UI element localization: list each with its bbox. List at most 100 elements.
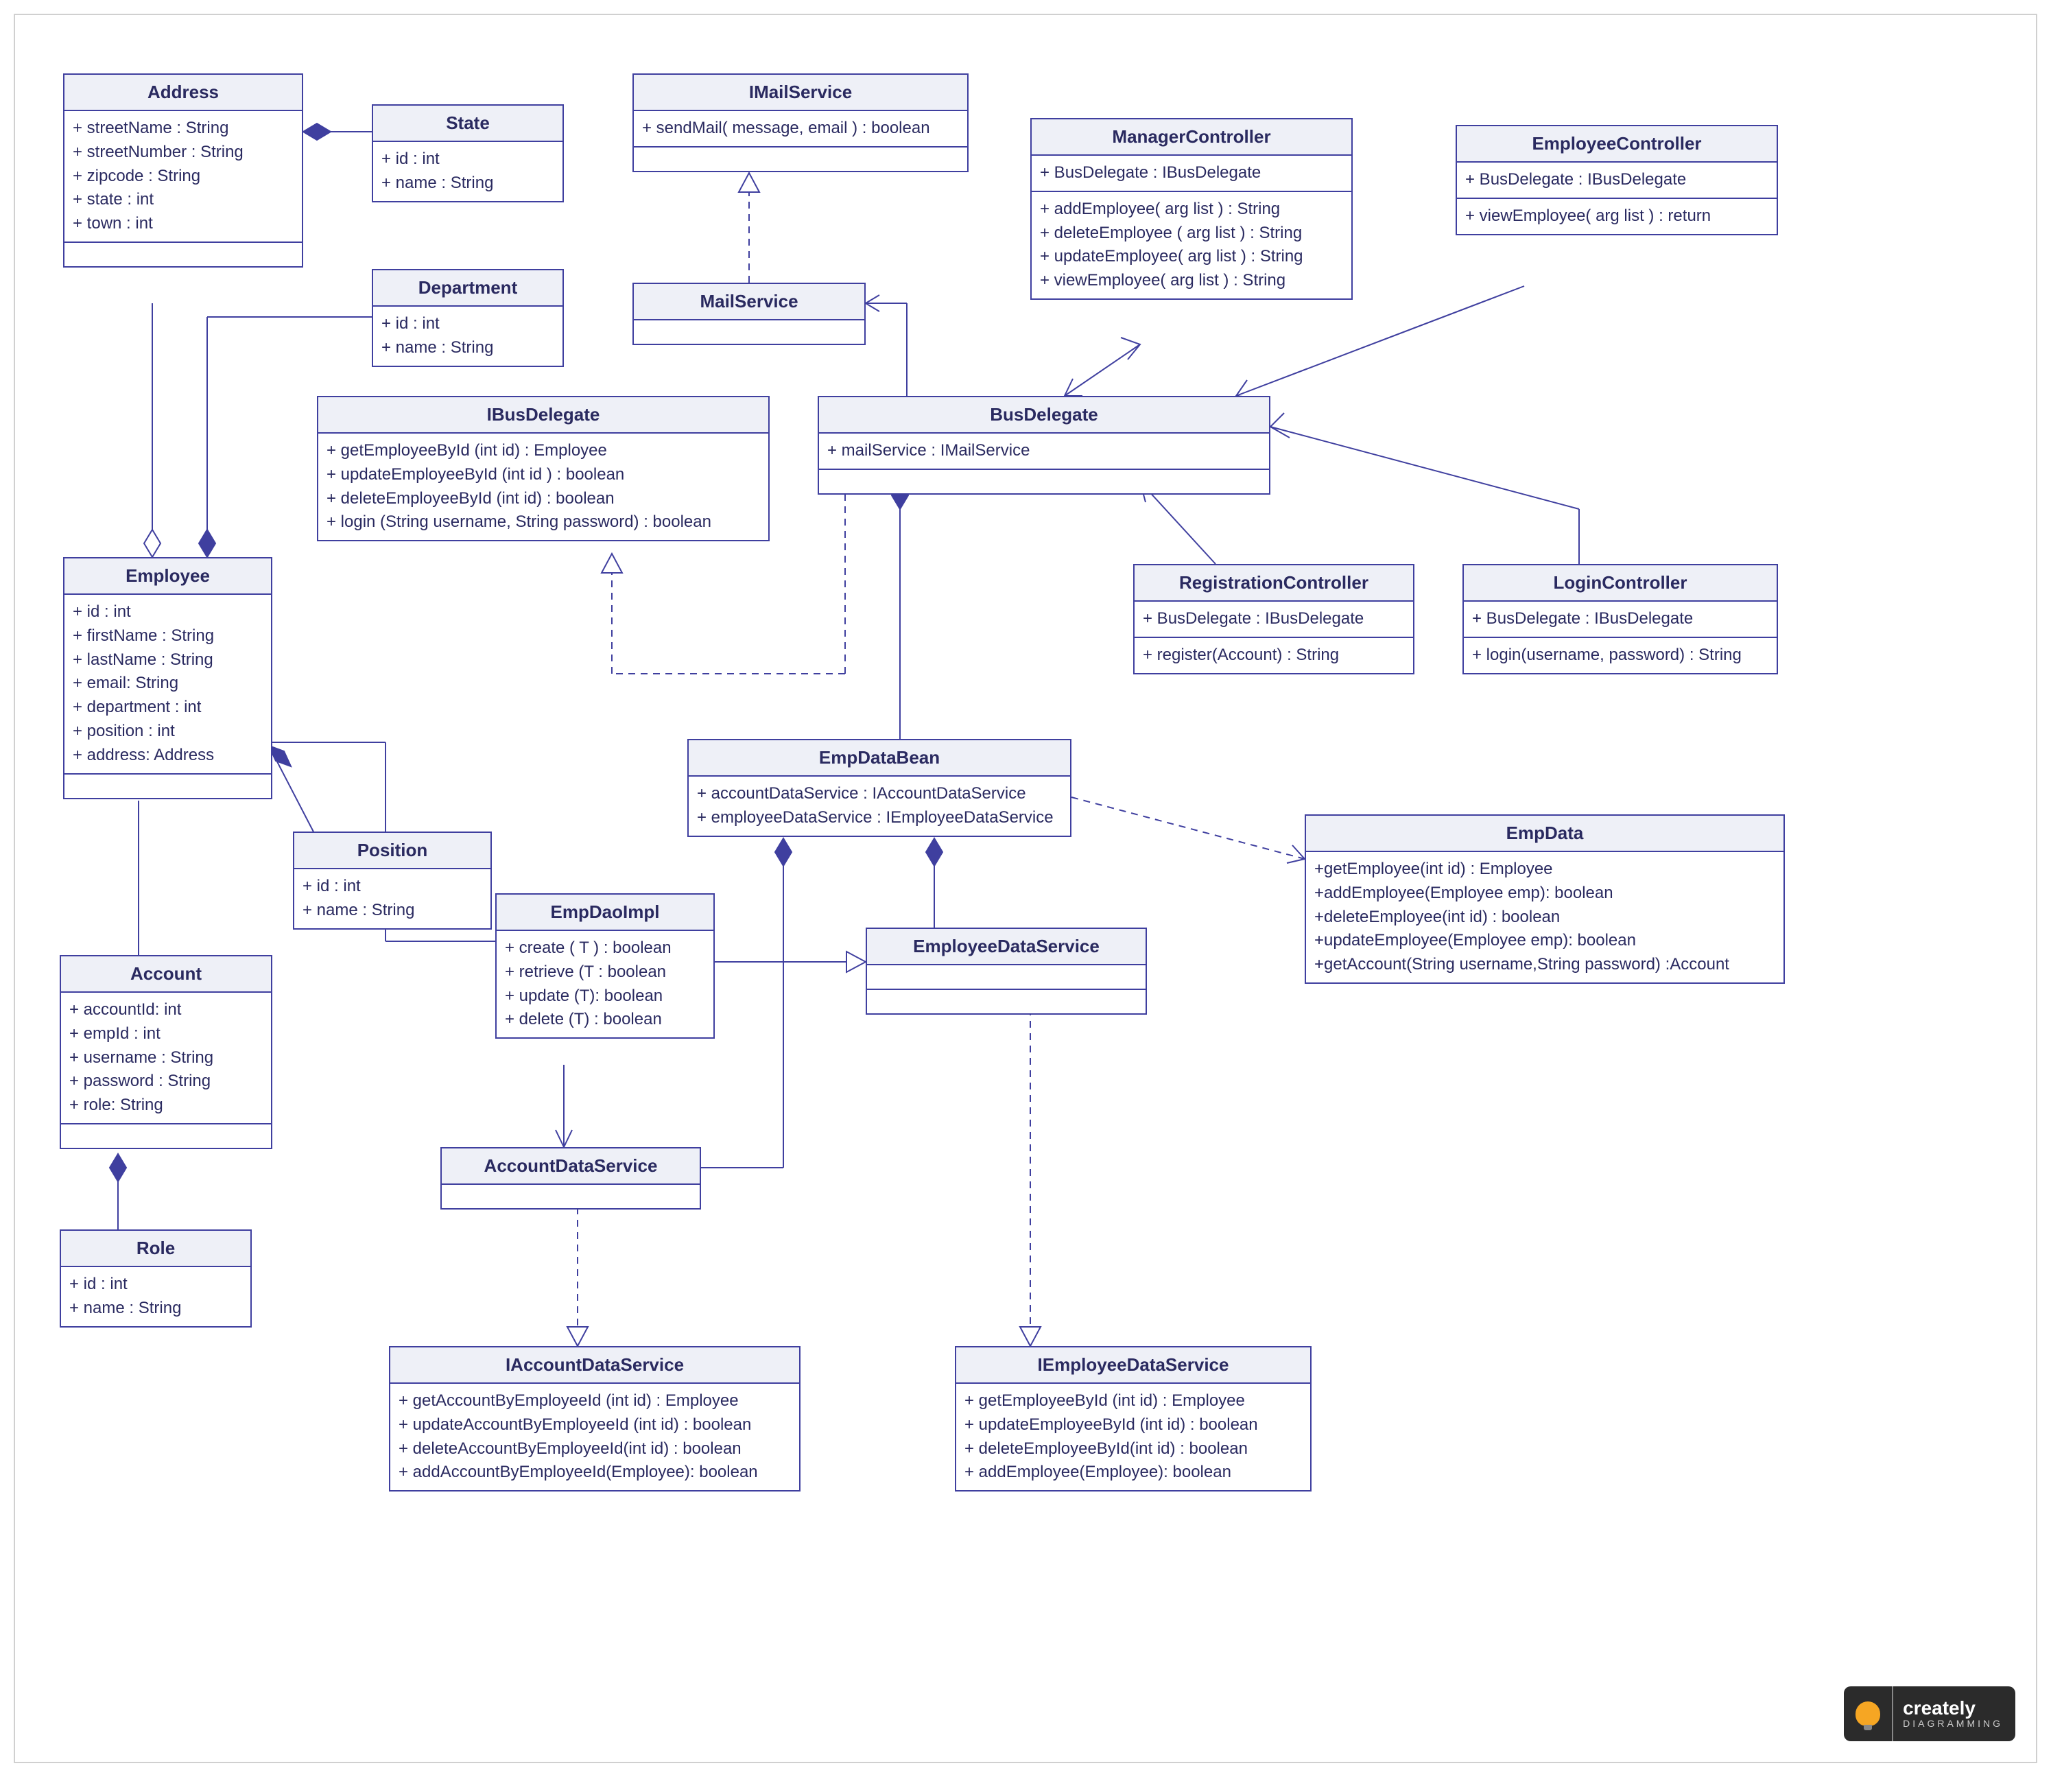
op: + viewEmployee( arg list ) : return bbox=[1465, 204, 1768, 228]
class-title: EmployeeController bbox=[1457, 126, 1777, 163]
attr: + BusDelegate : IBusDelegate bbox=[1143, 607, 1405, 631]
class-iemployeedataservice: IEmployeeDataService + getEmployeeById (… bbox=[955, 1346, 1312, 1492]
attr: + id : int bbox=[381, 148, 554, 172]
op: + updateAccountByEmployeeId (int id) : b… bbox=[399, 1413, 791, 1437]
op: + deleteEmployeeById(int id) : boolean bbox=[964, 1437, 1302, 1461]
class-attrs: + id : int + firstName : String + lastNa… bbox=[64, 595, 271, 773]
class-ops bbox=[819, 469, 1269, 493]
attr: + empId : int bbox=[69, 1022, 263, 1046]
class-empdata: EmpData +getEmployee(int id) : Employee … bbox=[1305, 814, 1785, 984]
op: + viewEmployee( arg list ) : String bbox=[1040, 269, 1343, 293]
op: +addEmployee(Employee emp): boolean bbox=[1314, 882, 1775, 906]
class-attrs bbox=[867, 965, 1146, 989]
class-attrs: + mailService : IMailService bbox=[819, 434, 1269, 469]
class-title: ManagerController bbox=[1032, 119, 1351, 156]
class-attrs: + id : int + name : String bbox=[61, 1267, 250, 1326]
class-attrs: + BusDelegate : IBusDelegate bbox=[1464, 602, 1777, 637]
badge-brand: creately bbox=[1903, 1699, 2003, 1718]
op: + sendMail( message, email ) : boolean bbox=[642, 117, 959, 141]
class-ops: + register(Account) : String bbox=[1135, 637, 1413, 673]
class-title: EmployeeDataService bbox=[867, 929, 1146, 965]
class-ops bbox=[64, 773, 271, 798]
class-title: EmpDataBean bbox=[689, 740, 1070, 777]
op: + updateEmployee( arg list ) : String bbox=[1040, 245, 1343, 269]
class-ops: + sendMail( message, email ) : boolean bbox=[634, 111, 967, 146]
class-title: Account bbox=[61, 956, 271, 993]
class-busdelegate: BusDelegate + mailService : IMailService bbox=[818, 396, 1270, 495]
op: + delete (T) : boolean bbox=[505, 1008, 705, 1032]
op: + getAccountByEmployeeId (int id) : Empl… bbox=[399, 1389, 791, 1413]
class-attrs: + accountId: int + empId : int + usernam… bbox=[61, 993, 271, 1123]
class-ops bbox=[867, 989, 1146, 1013]
op: + getEmployeeById (int id) : Employee bbox=[327, 439, 760, 463]
attr: + department : int bbox=[73, 696, 263, 720]
class-attrs: + streetName : String + streetNumber : S… bbox=[64, 111, 302, 241]
attr: + employeeDataService : IEmployeeDataSer… bbox=[697, 806, 1062, 830]
class-title: MailService bbox=[634, 284, 864, 320]
attr: + address: Address bbox=[73, 744, 263, 768]
attr: + accountDataService : IAccountDataServi… bbox=[697, 782, 1062, 806]
class-state: State + id : int + name : String bbox=[372, 104, 564, 202]
class-department: Department + id : int + name : String bbox=[372, 269, 564, 367]
op: + updateEmployeeById (int id) : boolean bbox=[964, 1413, 1302, 1437]
attr: + email: String bbox=[73, 672, 263, 696]
class-attrs bbox=[442, 1185, 700, 1208]
attr: + name : String bbox=[303, 899, 482, 923]
class-attrs: + BusDelegate : IBusDelegate bbox=[1457, 163, 1777, 198]
class-role: Role + id : int + name : String bbox=[60, 1229, 252, 1328]
op: +updateEmployee(Employee emp): boolean bbox=[1314, 929, 1775, 953]
op: + deleteAccountByEmployeeId(int id) : bo… bbox=[399, 1437, 791, 1461]
class-attrs: + BusDelegate : IBusDelegate bbox=[1032, 156, 1351, 191]
class-ops: + viewEmployee( arg list ) : return bbox=[1457, 198, 1777, 234]
class-employee: Employee + id : int + firstName : String… bbox=[63, 557, 272, 799]
attr: + BusDelegate : IBusDelegate bbox=[1040, 161, 1343, 185]
diagram-canvas: EmpData dashed dependency --> Address + … bbox=[14, 14, 2037, 1763]
class-accountdataservice: AccountDataService bbox=[440, 1147, 701, 1210]
class-ops: + create ( T ) : boolean + retrieve (T :… bbox=[497, 931, 713, 1037]
op: +getAccount(String username,String passw… bbox=[1314, 953, 1775, 977]
op: + getEmployeeById (int id) : Employee bbox=[964, 1389, 1302, 1413]
op: + create ( T ) : boolean bbox=[505, 936, 705, 960]
class-title: LoginController bbox=[1464, 565, 1777, 602]
class-account: Account + accountId: int + empId : int +… bbox=[60, 955, 272, 1149]
op: + retrieve (T : boolean bbox=[505, 960, 705, 985]
class-ops bbox=[64, 241, 302, 266]
class-employeecontroller: EmployeeController + BusDelegate : IBusD… bbox=[1456, 125, 1778, 235]
attr: + streetNumber : String bbox=[73, 141, 294, 165]
class-title: AccountDataService bbox=[442, 1148, 700, 1185]
op: + addEmployee( arg list ) : String bbox=[1040, 198, 1343, 222]
class-ops: + addEmployee( arg list ) : String + del… bbox=[1032, 191, 1351, 298]
class-ibusdelegate: IBusDelegate + getEmployeeById (int id) … bbox=[317, 396, 770, 541]
class-address: Address + streetName : String + streetNu… bbox=[63, 73, 303, 268]
class-title: State bbox=[373, 106, 562, 142]
op: + login(username, password) : String bbox=[1472, 644, 1768, 668]
op: + updateEmployeeById (int id ) : boolean bbox=[327, 463, 760, 487]
badge-sub: DIAGRAMMING bbox=[1903, 1718, 2003, 1729]
class-attrs: + BusDelegate : IBusDelegate bbox=[1135, 602, 1413, 637]
class-title: EmpData bbox=[1306, 816, 1783, 852]
class-logincontroller: LoginController + BusDelegate : IBusDele… bbox=[1462, 564, 1778, 674]
attr: + name : String bbox=[69, 1297, 242, 1321]
attr: + id : int bbox=[69, 1273, 242, 1297]
op: + addEmployee(Employee): boolean bbox=[964, 1461, 1302, 1485]
op: +getEmployee(int id) : Employee bbox=[1314, 858, 1775, 882]
class-title: RegistrationController bbox=[1135, 565, 1413, 602]
class-title: IEmployeeDataService bbox=[956, 1347, 1310, 1384]
attr: + name : String bbox=[381, 172, 554, 196]
op: + update (T): boolean bbox=[505, 985, 705, 1009]
class-ops: +getEmployee(int id) : Employee +addEmpl… bbox=[1306, 852, 1783, 982]
class-title: Role bbox=[61, 1231, 250, 1267]
class-title: EmpDaoImpl bbox=[497, 895, 713, 931]
attr: + id : int bbox=[381, 312, 554, 336]
class-managercontroller: ManagerController + BusDelegate : IBusDe… bbox=[1030, 118, 1353, 300]
op: + register(Account) : String bbox=[1143, 644, 1405, 668]
op: + login (String username, String passwor… bbox=[327, 510, 760, 534]
class-title: Address bbox=[64, 75, 302, 111]
op: + deleteEmployee ( arg list ) : String bbox=[1040, 222, 1343, 246]
class-imailservice: IMailService + sendMail( message, email … bbox=[632, 73, 969, 172]
attr: + id : int bbox=[303, 875, 482, 899]
attr: + position : int bbox=[73, 720, 263, 744]
class-empdatabean: EmpDataBean + accountDataService : IAcco… bbox=[687, 739, 1071, 837]
attr: + accountId: int bbox=[69, 998, 263, 1022]
op: + deleteEmployeeById (int id) : boolean bbox=[327, 487, 760, 511]
